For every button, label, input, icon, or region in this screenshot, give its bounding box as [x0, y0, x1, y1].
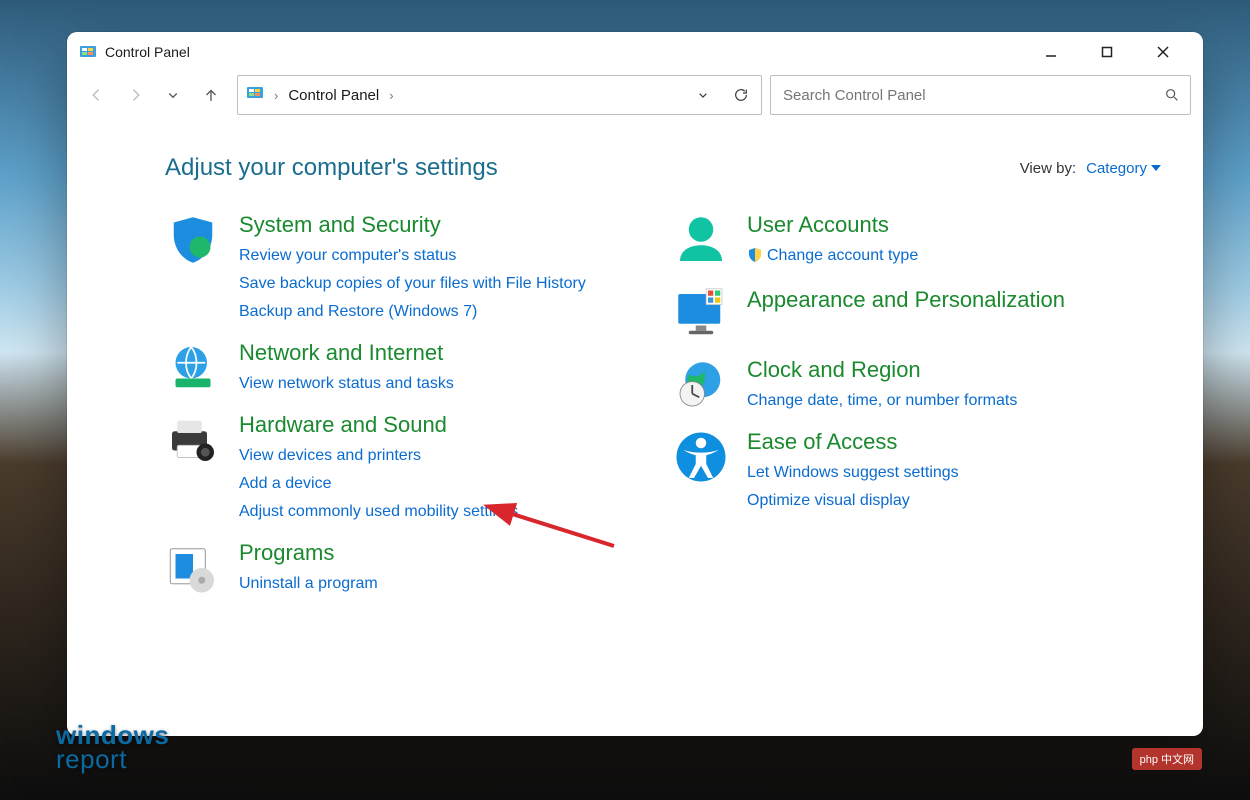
category-title[interactable]: User Accounts: [747, 212, 918, 238]
breadcrumb-separator: ›: [274, 88, 278, 103]
up-button[interactable]: [193, 77, 229, 113]
category-title[interactable]: Programs: [239, 540, 378, 566]
shield-icon: [165, 212, 221, 268]
category-user-accounts: User Accounts Change account type: [673, 212, 1161, 273]
category-title[interactable]: Hardware and Sound: [239, 412, 518, 438]
close-button[interactable]: [1135, 36, 1191, 68]
view-by-dropdown[interactable]: Category: [1086, 160, 1161, 177]
user-icon: [673, 212, 729, 268]
view-by-control: View by: Category: [1020, 160, 1161, 177]
recent-locations-button[interactable]: [155, 77, 191, 113]
category-system-security: System and Security Review your computer…: [165, 212, 653, 326]
titlebar: Control Panel: [67, 32, 1203, 72]
category-network-internet: Network and Internet View network status…: [165, 340, 653, 398]
refresh-button[interactable]: [729, 83, 753, 107]
link-uninstall-program[interactable]: Uninstall a program: [239, 570, 378, 598]
navigation-row: › Control Panel ›: [67, 72, 1203, 128]
category-title[interactable]: Network and Internet: [239, 340, 454, 366]
view-by-label: View by:: [1020, 160, 1076, 177]
view-by-value: Category: [1086, 160, 1147, 177]
category-title[interactable]: Ease of Access: [747, 429, 959, 455]
printer-icon: [165, 412, 221, 468]
link-add-device[interactable]: Add a device: [239, 470, 518, 498]
category-title[interactable]: System and Security: [239, 212, 586, 238]
site-badge: php 中文网: [1132, 748, 1202, 770]
link-devices-printers[interactable]: View devices and printers: [239, 442, 518, 470]
programs-icon: [165, 540, 221, 596]
category-clock-region: Clock and Region Change date, time, or n…: [673, 357, 1161, 415]
watermark: windows report: [56, 722, 169, 772]
category-hardware-sound: Hardware and Sound View devices and prin…: [165, 412, 653, 526]
content-area: Adjust your computer's settings View by:…: [67, 128, 1203, 736]
category-ease-of-access: Ease of Access Let Windows suggest setti…: [673, 429, 1161, 515]
globe-icon: [165, 340, 221, 396]
page-title: Adjust your computer's settings: [165, 154, 498, 182]
link-mobility-settings[interactable]: Adjust commonly used mobility settings: [239, 498, 518, 526]
link-backup-restore[interactable]: Backup and Restore (Windows 7): [239, 298, 586, 326]
search-icon[interactable]: [1164, 87, 1180, 103]
search-box[interactable]: [770, 75, 1191, 115]
minimize-button[interactable]: [1023, 36, 1079, 68]
accessibility-icon: [673, 429, 729, 485]
link-optimize-display[interactable]: Optimize visual display: [747, 487, 959, 515]
link-network-status[interactable]: View network status and tasks: [239, 370, 454, 398]
control-panel-window: Control Panel › Control Pane: [67, 32, 1203, 736]
address-bar[interactable]: › Control Panel ›: [237, 75, 762, 115]
link-file-history[interactable]: Save backup copies of your files with Fi…: [239, 270, 586, 298]
category-title[interactable]: Appearance and Personalization: [747, 287, 1065, 313]
clock-globe-icon: [673, 357, 729, 413]
breadcrumb-separator: ›: [389, 88, 393, 103]
breadcrumb-root[interactable]: Control Panel: [288, 87, 379, 104]
search-input[interactable]: [781, 86, 1164, 105]
link-date-time-formats[interactable]: Change date, time, or number formats: [747, 387, 1017, 415]
link-change-account-type[interactable]: Change account type: [747, 242, 918, 273]
monitor-icon: [673, 287, 729, 343]
forward-button[interactable]: [117, 77, 153, 113]
category-programs: Programs Uninstall a program: [165, 540, 653, 598]
uac-shield-icon: [747, 245, 763, 273]
link-review-status[interactable]: Review your computer's status: [239, 242, 586, 270]
link-windows-suggest[interactable]: Let Windows suggest settings: [747, 459, 959, 487]
category-title[interactable]: Clock and Region: [747, 357, 1017, 383]
window-title: Control Panel: [105, 44, 190, 60]
breadcrumb-icon: [246, 84, 264, 107]
breadcrumb-history-button[interactable]: [691, 83, 715, 107]
back-button[interactable]: [79, 77, 115, 113]
category-appearance: Appearance and Personalization: [673, 287, 1161, 343]
control-panel-app-icon: [79, 43, 97, 61]
maximize-button[interactable]: [1079, 36, 1135, 68]
